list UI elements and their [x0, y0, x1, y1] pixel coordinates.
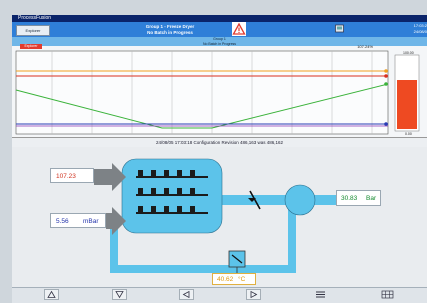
pipe-up-right: [288, 205, 296, 273]
group-title: Group 1 - Freeze Dryer: [145, 24, 195, 29]
condenser-unit: Bar: [366, 195, 377, 202]
temperature-value: 40.62: [217, 276, 234, 283]
explorer-button[interactable]: Explorer: [16, 25, 50, 36]
pipe-bottom: [110, 265, 296, 273]
up-triangle-icon[interactable]: [44, 289, 59, 300]
group-status: No Batch in Progress: [147, 30, 193, 35]
bottom-toolbar: [12, 287, 427, 303]
bar-scale-bottom: 0.00: [405, 132, 412, 136]
clock-date: 24/08/0: [413, 29, 427, 34]
clock-time: 17:03:2: [413, 23, 427, 28]
trend-level-bar: [397, 80, 417, 129]
condenser-readout: 30.83 Bar: [336, 190, 381, 206]
trend-tag[interactable]: Explorer: [20, 44, 42, 49]
condenser-value: 30.83: [341, 195, 358, 202]
menu-icon[interactable]: [313, 289, 328, 300]
inlet-arrow-top: [94, 163, 126, 191]
right-triangle-icon[interactable]: [246, 289, 261, 300]
alarm-icon[interactable]: [232, 22, 246, 36]
trend-readout: 107.24%: [357, 44, 373, 49]
temperature-readout: 40.62 °C: [212, 273, 256, 285]
pressure-readout: 5.56 mBar: [50, 213, 106, 228]
pressure-unit: mBar: [83, 218, 99, 225]
temperature-unit: °C: [238, 276, 246, 283]
bar-scale-top: 100.00: [403, 51, 414, 55]
pipe-vessel-to-output: [312, 195, 338, 205]
down-triangle-icon[interactable]: [112, 289, 127, 300]
window-title: ProcessFusion: [18, 15, 52, 21]
condenser-vessel: [284, 184, 316, 216]
window-titlebar: ProcessFusion: [12, 15, 427, 22]
trend-chart[interactable]: [12, 46, 427, 138]
device-icon[interactable]: [335, 24, 345, 34]
trend-message: 24/08/05 17:03:18 Configuration Revision…: [12, 137, 427, 147]
chamber-value: 107.23: [50, 168, 94, 183]
grid-icon[interactable]: [380, 289, 395, 300]
left-triangle-icon[interactable]: [179, 289, 194, 300]
pressure-value: 5.56: [56, 218, 69, 225]
